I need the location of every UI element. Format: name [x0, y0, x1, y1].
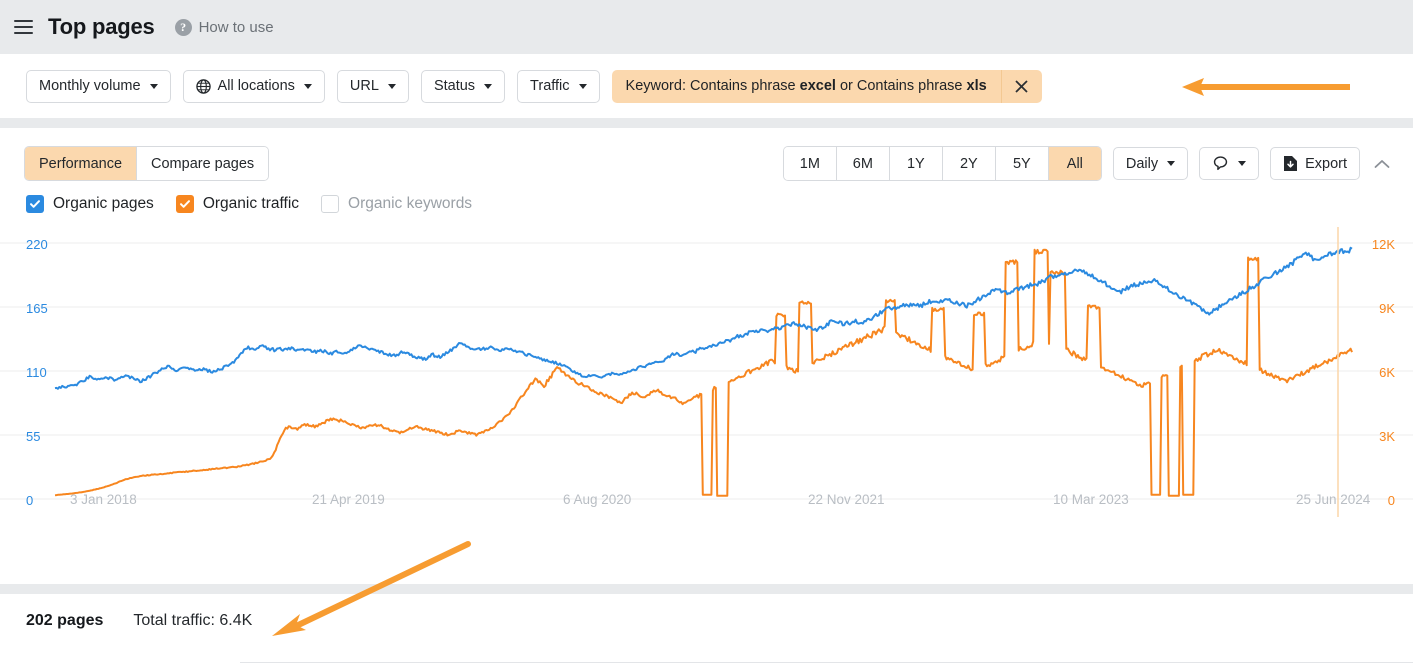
chart-toolbar: Performance Compare pages 1M 6M 1Y 2Y 5Y…	[0, 128, 1413, 181]
legend-organic-traffic[interactable]: Organic traffic	[176, 195, 299, 213]
section-divider-2	[0, 584, 1413, 594]
keyword-prefix: Keyword: Contains phrase	[626, 78, 800, 94]
y-left-tick-110: 110	[26, 365, 47, 380]
close-icon[interactable]	[1001, 70, 1042, 103]
chart-tabs: Performance Compare pages	[24, 146, 269, 181]
chart-area[interactable]: 220 165 110 55 0 12K 9K 6K 3K 0 3 Jan 20…	[0, 227, 1413, 517]
chevron-down-icon	[484, 84, 492, 89]
question-mark-icon: ?	[175, 19, 192, 36]
x-tick-5: 25 Jun 2024	[1296, 492, 1370, 507]
y-right-tick-6k: 6K	[1379, 365, 1395, 380]
range-1y[interactable]: 1Y	[890, 147, 943, 180]
chart-toolbar-right: 1M 6M 1Y 2Y 5Y All Daily	[783, 146, 1393, 181]
range-6m[interactable]: 6M	[837, 147, 890, 180]
section-divider	[0, 118, 1413, 128]
keyword-middle: or Contains phrase	[836, 78, 967, 94]
monthly-volume-filter[interactable]: Monthly volume	[26, 70, 171, 103]
legend-organic-pages[interactable]: Organic pages	[26, 195, 154, 213]
hamburger-icon[interactable]	[8, 12, 38, 42]
checkbox-unchecked-icon	[321, 195, 339, 213]
legend-label-organic-pages: Organic pages	[53, 195, 154, 213]
x-tick-4: 10 Mar 2023	[1053, 492, 1129, 507]
y-right-tick-12k: 12K	[1372, 237, 1395, 252]
close-glyph	[1014, 79, 1029, 94]
range-all[interactable]: All	[1049, 147, 1101, 180]
x-tick-0: 3 Jan 2018	[70, 492, 137, 507]
url-label: URL	[350, 78, 379, 94]
legend-organic-keywords[interactable]: Organic keywords	[321, 195, 472, 213]
date-range-selector: 1M 6M 1Y 2Y 5Y All	[783, 146, 1102, 181]
performance-chart[interactable]	[0, 227, 1413, 517]
y-right-tick-9k: 9K	[1379, 301, 1395, 316]
y-right-tick-3k: 3K	[1379, 429, 1395, 444]
checkbox-checked-icon	[26, 195, 44, 213]
keyword-term-2: xls	[967, 78, 987, 94]
keyword-term-1: excel	[800, 78, 836, 94]
chart-panel: Performance Compare pages 1M 6M 1Y 2Y 5Y…	[0, 128, 1413, 584]
total-traffic: Total traffic: 6.4K	[133, 612, 252, 630]
locations-label: All locations	[218, 78, 295, 94]
y-left-tick-165: 165	[26, 301, 48, 316]
download-file-icon	[1283, 155, 1298, 172]
how-to-use-link[interactable]: ? How to use	[175, 19, 274, 36]
x-tick-3: 22 Nov 2021	[808, 492, 885, 507]
locations-filter[interactable]: All locations	[183, 70, 325, 103]
range-1m[interactable]: 1M	[784, 147, 837, 180]
keyword-filter-text: Keyword: Contains phrase excel or Contai…	[612, 78, 1001, 94]
traffic-label: Traffic	[530, 78, 569, 94]
status-label: Status	[434, 78, 475, 94]
how-to-use-label: How to use	[199, 19, 274, 36]
annotations-button[interactable]	[1199, 147, 1259, 180]
chevron-down-icon	[1238, 161, 1246, 166]
results-summary-bar: 202 pages Total traffic: 6.4K	[0, 594, 1413, 648]
chevron-down-icon	[579, 84, 587, 89]
tab-compare-pages[interactable]: Compare pages	[137, 147, 268, 180]
granularity-label: Daily	[1126, 156, 1158, 172]
bottom-divider-gap	[0, 660, 240, 663]
y-left-tick-55: 55	[26, 429, 40, 444]
checkbox-checked-icon	[176, 195, 194, 213]
chevron-down-icon	[304, 84, 312, 89]
traffic-filter[interactable]: Traffic	[517, 70, 599, 103]
range-2y[interactable]: 2Y	[943, 147, 996, 180]
x-tick-1: 21 Apr 2019	[312, 492, 385, 507]
chevron-down-icon	[388, 84, 396, 89]
chevron-up-glyph	[1374, 159, 1390, 169]
filter-bar: Monthly volume All locations URL Status …	[0, 54, 1413, 118]
app-header: Top pages ? How to use	[0, 0, 1413, 54]
tab-performance[interactable]: Performance	[25, 147, 137, 180]
chevron-down-icon	[150, 84, 158, 89]
range-5y[interactable]: 5Y	[996, 147, 1049, 180]
export-button[interactable]: Export	[1270, 147, 1360, 180]
legend-label-organic-traffic: Organic traffic	[203, 195, 299, 213]
globe-icon	[196, 79, 211, 94]
speech-bubble-icon	[1212, 155, 1229, 172]
url-filter[interactable]: URL	[337, 70, 409, 103]
y-right-tick-0: 0	[1388, 493, 1395, 508]
y-left-tick-220: 220	[26, 237, 48, 252]
pages-count: 202 pages	[26, 612, 103, 630]
export-label: Export	[1305, 156, 1347, 172]
granularity-selector[interactable]: Daily	[1113, 147, 1188, 180]
status-filter[interactable]: Status	[421, 70, 505, 103]
monthly-volume-label: Monthly volume	[39, 78, 141, 94]
chart-legend: Organic pages Organic traffic Organic ke…	[0, 181, 1413, 213]
legend-label-organic-keywords: Organic keywords	[348, 195, 472, 213]
x-tick-2: 6 Aug 2020	[563, 492, 631, 507]
keyword-filter-chip[interactable]: Keyword: Contains phrase excel or Contai…	[612, 70, 1042, 103]
page-title: Top pages	[48, 14, 155, 40]
chevron-down-icon	[1167, 161, 1175, 166]
y-left-tick-0: 0	[26, 493, 33, 508]
chevron-up-icon[interactable]	[1371, 153, 1393, 175]
